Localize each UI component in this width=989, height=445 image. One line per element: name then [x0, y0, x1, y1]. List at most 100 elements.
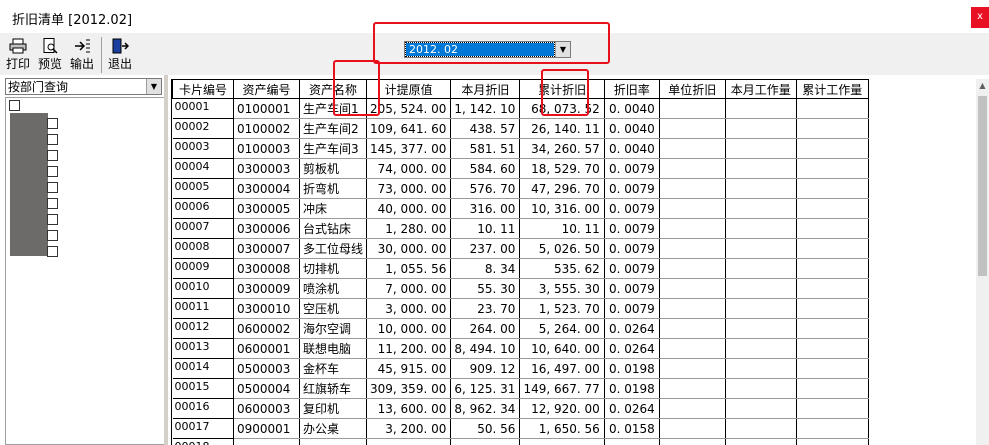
table-row[interactable]: 00010 0300009 喷涂机 7, 000. 00 55. 30 3, 555. 3… — [172, 278, 869, 299]
value-cell[interactable]: 13, 600. 00 — [366, 398, 452, 419]
value-cell[interactable] — [725, 258, 797, 279]
value-cell[interactable]: 316. 00 — [450, 198, 521, 219]
chevron-down-icon[interactable]: ▼ — [555, 42, 570, 57]
value-cell[interactable] — [725, 338, 797, 359]
splitter[interactable] — [164, 75, 168, 445]
value-cell[interactable]: 47, 296. 70 — [519, 178, 605, 199]
value-cell[interactable]: 10. 11 — [519, 218, 605, 239]
value-cell[interactable]: 149, 667. 77 — [519, 378, 605, 399]
text-cell[interactable]: 金杯车 — [299, 358, 368, 379]
value-cell[interactable] — [796, 218, 869, 239]
value-cell[interactable]: 8, 494. 10 — [450, 338, 521, 359]
text-cell[interactable]: 0300009 — [233, 278, 300, 299]
text-cell[interactable]: 复印机 — [299, 398, 368, 419]
card-number-cell[interactable]: 00007 — [172, 218, 234, 239]
text-cell[interactable]: 冲床 — [299, 198, 368, 219]
card-number-cell[interactable]: 00014 — [172, 358, 234, 379]
text-cell[interactable]: 空压机 — [299, 298, 368, 319]
value-cell[interactable] — [659, 338, 726, 359]
value-cell[interactable] — [659, 318, 726, 339]
value-cell[interactable] — [796, 298, 869, 319]
value-cell[interactable]: 7, 000. 00 — [366, 278, 452, 299]
value-cell[interactable]: 16, 497. 00 — [519, 358, 605, 379]
value-cell[interactable] — [366, 438, 452, 445]
value-cell[interactable] — [659, 238, 726, 259]
value-cell[interactable]: 535. 62 — [519, 258, 605, 279]
value-cell[interactable] — [796, 118, 869, 139]
value-cell[interactable]: 0. 0040 — [604, 98, 660, 119]
value-cell[interactable] — [796, 238, 869, 259]
value-cell[interactable] — [450, 438, 521, 445]
value-cell[interactable] — [519, 438, 605, 445]
period-dropdown[interactable]: 2012. 02 ▼ — [404, 41, 571, 58]
value-cell[interactable] — [659, 438, 726, 445]
card-number-cell[interactable]: 00015 — [172, 378, 234, 399]
text-cell[interactable]: 海尔空调 — [299, 318, 368, 339]
value-cell[interactable] — [659, 178, 726, 199]
value-cell[interactable]: 0. 0264 — [604, 318, 660, 339]
column-header[interactable]: 累计折旧 — [519, 79, 605, 99]
export-button[interactable]: 输出 — [68, 36, 96, 74]
column-header[interactable]: 计提原值 — [366, 79, 452, 99]
value-cell[interactable]: 1, 650. 56 — [519, 418, 605, 439]
value-cell[interactable]: 581. 51 — [450, 138, 521, 159]
vertical-scrollbar[interactable]: ▲ — [976, 79, 989, 445]
tree-item-checkbox[interactable] — [47, 118, 58, 129]
card-number-cell[interactable]: 00008 — [172, 238, 234, 259]
value-cell[interactable] — [725, 358, 797, 379]
preview-button[interactable]: 预览 — [36, 36, 64, 74]
print-button[interactable]: 打印 — [4, 36, 32, 74]
value-cell[interactable]: 0. 0079 — [604, 198, 660, 219]
value-cell[interactable] — [796, 318, 869, 339]
value-cell[interactable] — [796, 258, 869, 279]
value-cell[interactable] — [725, 198, 797, 219]
tree-item-checkbox[interactable] — [47, 230, 58, 241]
value-cell[interactable] — [659, 158, 726, 179]
tree-item-checkbox[interactable] — [47, 166, 58, 177]
card-number-cell[interactable]: 00012 — [172, 318, 234, 339]
value-cell[interactable] — [796, 158, 869, 179]
text-cell[interactable]: 0300003 — [233, 158, 300, 179]
text-cell[interactable]: 多工位母线 — [299, 238, 368, 259]
table-row[interactable]: 00014 0500003 金杯车 45, 915. 00 909. 12 16, 497… — [172, 358, 869, 379]
table-row[interactable]: 00018 — [172, 438, 869, 445]
value-cell[interactable]: 26, 140. 11 — [519, 118, 605, 139]
tree-root-checkbox[interactable] — [9, 100, 20, 111]
column-header[interactable]: 本月工作量 — [724, 79, 797, 99]
table-row[interactable]: 00015 0500004 红旗轿车 309, 359. 00 6, 125. 31 14… — [172, 378, 869, 399]
value-cell[interactable]: 30, 000. 00 — [366, 238, 452, 259]
value-cell[interactable]: 0. 0079 — [604, 218, 660, 239]
table-row[interactable]: 00009 0300008 切排机 1, 055. 56 8. 34 535. 62 0. … — [172, 258, 869, 279]
value-cell[interactable] — [796, 278, 869, 299]
text-cell[interactable]: 生产车间3 — [299, 138, 368, 159]
value-cell[interactable] — [725, 438, 797, 445]
card-number-cell[interactable]: 00016 — [172, 398, 234, 419]
value-cell[interactable]: 68, 073. 52 — [519, 98, 605, 119]
value-cell[interactable]: 264. 00 — [450, 318, 521, 339]
value-cell[interactable]: 5, 264. 00 — [519, 318, 605, 339]
tree-item-checkbox[interactable] — [47, 150, 58, 161]
text-cell[interactable]: 0500003 — [233, 358, 300, 379]
text-cell[interactable]: 0500004 — [233, 378, 300, 399]
value-cell[interactable]: 438. 57 — [450, 118, 521, 139]
dept-query-dropdown[interactable]: 按部门查询 ▼ — [5, 78, 162, 95]
value-cell[interactable]: 0. 0079 — [604, 278, 660, 299]
value-cell[interactable] — [796, 358, 869, 379]
value-cell[interactable] — [796, 398, 869, 419]
value-cell[interactable]: 5, 026. 50 — [519, 238, 605, 259]
text-cell[interactable]: 喷涂机 — [299, 278, 368, 299]
table-row[interactable]: 00005 0300004 折弯机 73, 000. 00 576. 70 47, 296… — [172, 178, 869, 199]
value-cell[interactable] — [796, 378, 869, 399]
value-cell[interactable]: 584. 60 — [450, 158, 521, 179]
value-cell[interactable] — [725, 118, 797, 139]
value-cell[interactable] — [604, 438, 660, 445]
tree-item-checkbox[interactable] — [47, 134, 58, 145]
value-cell[interactable] — [725, 138, 797, 159]
value-cell[interactable] — [796, 338, 869, 359]
value-cell[interactable] — [725, 178, 797, 199]
column-header[interactable]: 折旧率 — [603, 79, 660, 99]
value-cell[interactable] — [725, 278, 797, 299]
value-cell[interactable]: 237. 00 — [450, 238, 521, 259]
text-cell[interactable]: 剪板机 — [299, 158, 368, 179]
table-row[interactable]: 00006 0300005 冲床 40, 000. 00 316. 00 10, 316.… — [172, 198, 869, 219]
